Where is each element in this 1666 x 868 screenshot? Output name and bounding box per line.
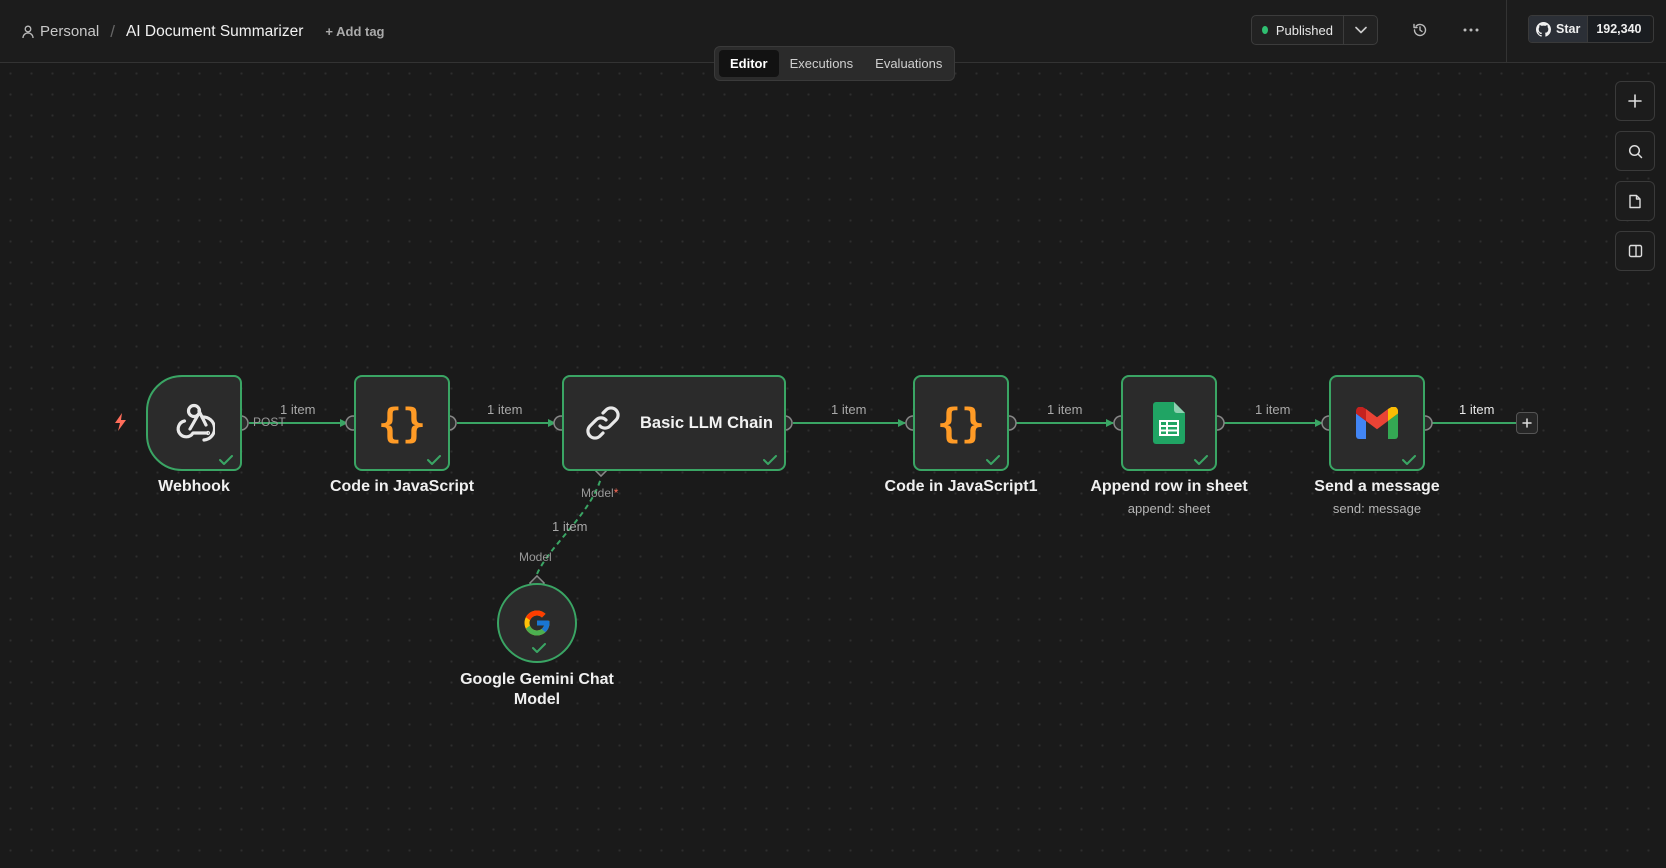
tab-editor[interactable]: Editor <box>719 50 779 77</box>
model-port-text: Model <box>581 486 614 500</box>
output-label: POST <box>253 415 286 429</box>
connection-item-count: 1 item <box>487 402 523 417</box>
node-basic-llm-chain[interactable]: Basic LLM Chain <box>562 375 786 471</box>
google-icon <box>524 610 550 636</box>
node-label-line: Model <box>513 691 561 708</box>
code-braces-icon: {} <box>938 401 984 445</box>
connection-item-count: 1 item <box>1047 402 1083 417</box>
connection-item-count: 1 item <box>831 402 867 417</box>
node-append-row-in-sheet[interactable] <box>1121 375 1217 471</box>
google-sheets-icon <box>1153 402 1185 444</box>
connection-item-count: 1 item <box>280 402 316 417</box>
view-tabs: Editor Executions Evaluations <box>714 46 955 81</box>
svg-text:{}: {} <box>379 401 425 445</box>
node-send-a-message[interactable] <box>1329 375 1425 471</box>
connection-item-count: 1 item <box>1255 402 1291 417</box>
node-webhook[interactable] <box>146 375 242 471</box>
link-icon <box>586 406 620 440</box>
webhook-icon <box>176 403 215 442</box>
success-check-icon <box>763 455 777 465</box>
node-title: Basic LLM Chain <box>640 413 773 432</box>
code-braces-icon: {} <box>379 401 425 445</box>
success-check-icon <box>427 455 441 465</box>
node-label-line: Google Gemini Chat <box>460 671 614 688</box>
required-mark: * <box>613 486 619 500</box>
trigger-bolt-icon <box>115 413 126 431</box>
node-label: Append row in sheet <box>1090 478 1248 495</box>
node-subtitle: send: message <box>1332 501 1422 516</box>
model-port-label: Model* <box>581 486 618 500</box>
plus-icon <box>1522 418 1532 428</box>
gmail-icon <box>1356 407 1398 439</box>
tab-evaluations[interactable]: Evaluations <box>864 50 953 77</box>
svg-text:{}: {} <box>938 401 984 445</box>
node-code-javascript[interactable]: {} <box>354 375 450 471</box>
node-code-javascript1[interactable]: {} <box>913 375 1009 471</box>
tab-executions[interactable]: Executions <box>779 50 865 77</box>
success-check-icon <box>532 643 546 653</box>
node-subtitle: append: sheet <box>1127 501 1211 516</box>
model-port-label: Model <box>519 550 552 564</box>
node-label: Code in JavaScript <box>329 478 475 495</box>
node-google-gemini-chat-model[interactable] <box>497 583 577 663</box>
node-label: Send a message <box>1314 478 1440 495</box>
node-label: Google Gemini Chat Model <box>447 670 627 710</box>
node-label: Code in JavaScript1 <box>884 478 1038 495</box>
node-label: Webhook <box>158 478 230 495</box>
connection-item-count: 1 item <box>552 519 588 534</box>
success-check-icon <box>219 455 233 465</box>
success-check-icon <box>986 455 1000 465</box>
add-next-node-button[interactable] <box>1516 412 1538 434</box>
connection-item-count: 1 item <box>1459 402 1495 417</box>
success-check-icon <box>1194 455 1208 465</box>
success-check-icon <box>1402 455 1416 465</box>
